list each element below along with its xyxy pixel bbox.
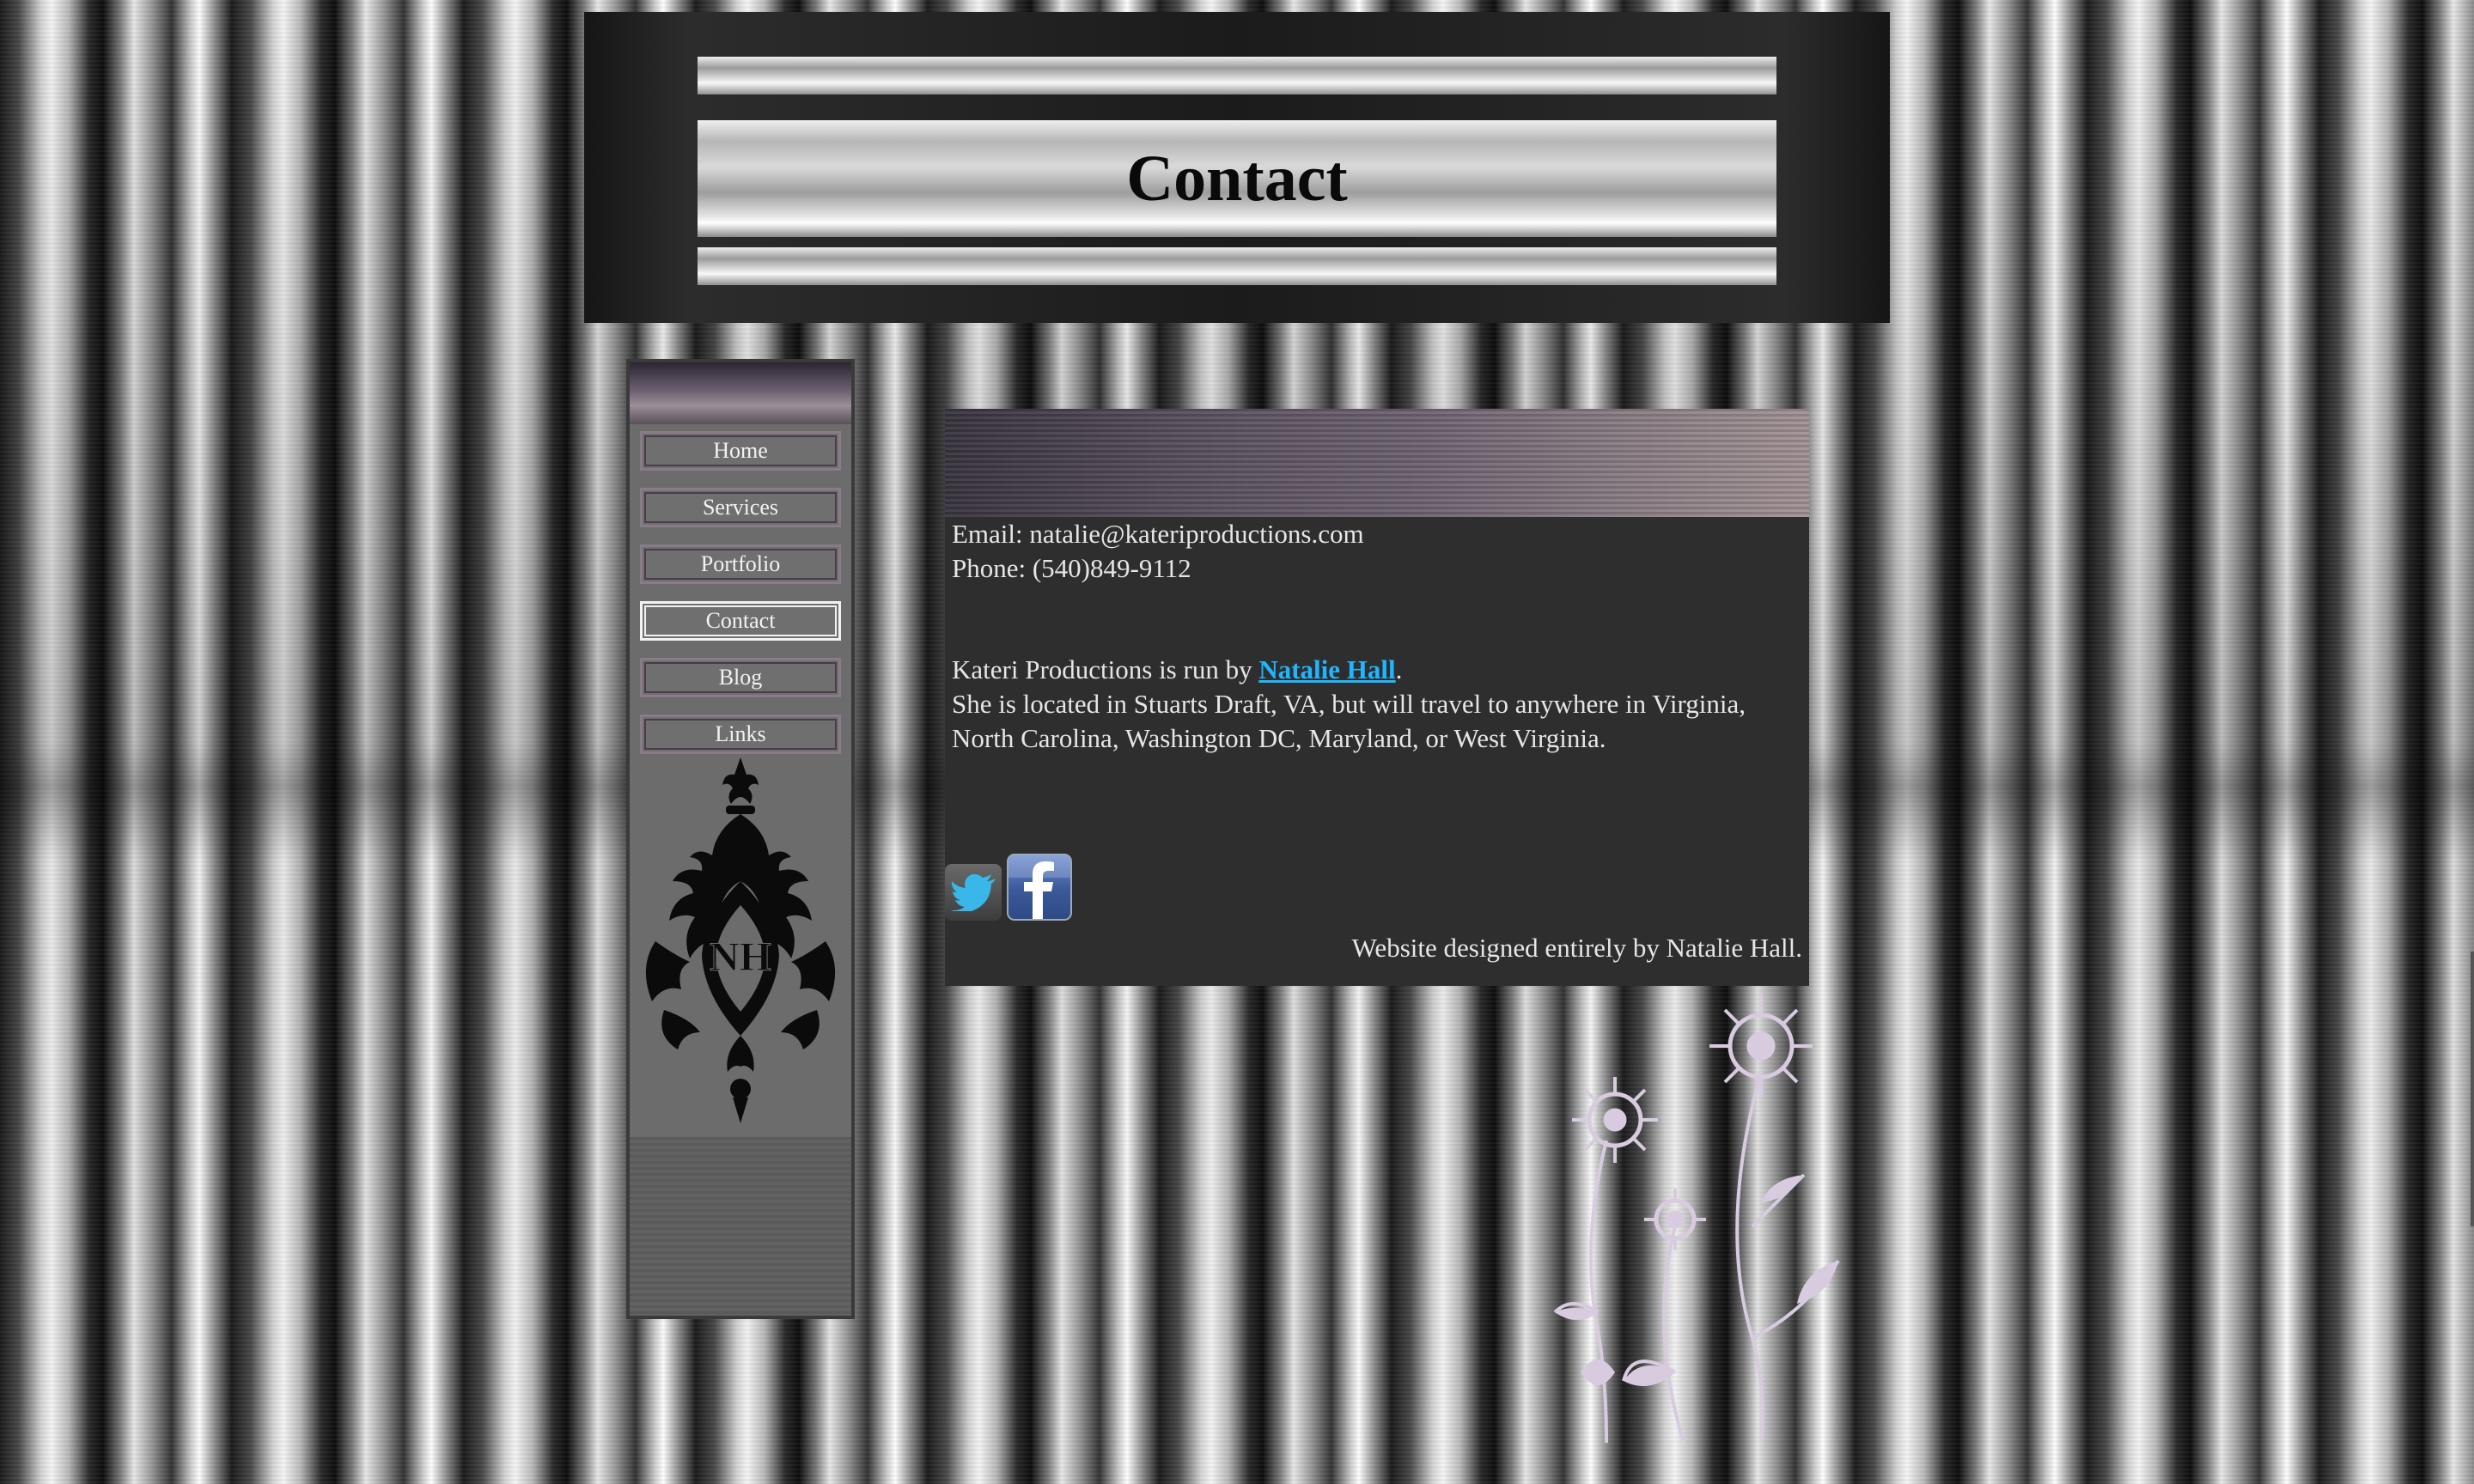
natalie-hall-link[interactable]: Natalie Hall bbox=[1258, 654, 1395, 684]
sidebar: Home Services Portfolio Contact Blog Lin… bbox=[626, 359, 855, 1319]
nav-services-button[interactable]: Services bbox=[640, 488, 841, 527]
monogram-text: NH bbox=[710, 934, 771, 980]
header-banner: Contact bbox=[584, 12, 1890, 323]
header-stripe-bottom bbox=[698, 247, 1776, 285]
run-by-suffix: . bbox=[1395, 654, 1403, 684]
nh-monogram-logo: NH bbox=[645, 757, 836, 1123]
nav-contact-button[interactable]: Contact bbox=[640, 601, 841, 641]
social-links bbox=[945, 854, 1072, 921]
scrollbar[interactable] bbox=[2471, 952, 2474, 1226]
sidebar-header-texture bbox=[630, 362, 851, 424]
content-header-texture bbox=[945, 409, 1809, 517]
site-credit: Website designed entirely by Natalie Hal… bbox=[1351, 933, 1802, 963]
content-panel: Email: natalie@kateriproductions.com Pho… bbox=[945, 409, 1809, 986]
twitter-icon[interactable] bbox=[945, 864, 1002, 921]
main-nav: Home Services Portfolio Contact Blog Lin… bbox=[630, 424, 851, 754]
contact-phone: Phone: (540)849-9112 bbox=[952, 553, 1191, 583]
page-title: Contact bbox=[1126, 142, 1348, 215]
facebook-icon[interactable] bbox=[1007, 854, 1072, 921]
run-by-line: Kateri Productions is run by Natalie Hal… bbox=[952, 653, 1802, 687]
nav-links-button[interactable]: Links bbox=[640, 715, 841, 754]
header-stripe-top bbox=[698, 57, 1776, 94]
location-text: She is located in Stuarts Draft, VA, but… bbox=[952, 689, 1746, 753]
flowers-decoration-icon bbox=[1553, 994, 1840, 1443]
sidebar-footer-texture bbox=[630, 1137, 851, 1316]
nav-home-button[interactable]: Home bbox=[640, 431, 841, 471]
run-by-prefix: Kateri Productions is run by bbox=[952, 654, 1259, 684]
nav-portfolio-button[interactable]: Portfolio bbox=[640, 544, 841, 584]
nav-blog-button[interactable]: Blog bbox=[640, 658, 841, 697]
contact-email: Email: natalie@kateriproductions.com bbox=[952, 519, 1364, 549]
